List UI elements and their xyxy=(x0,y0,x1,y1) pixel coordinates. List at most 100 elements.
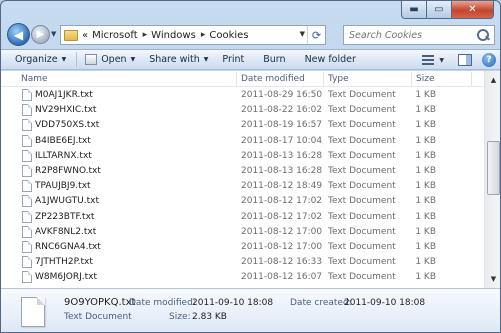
text-file-icon xyxy=(22,165,32,177)
file-size: 1 KB xyxy=(415,90,436,100)
column-header-name[interactable]: Name xyxy=(21,74,48,84)
details-pane: 9O9YOPKQ.txt Text Document Date modified… xyxy=(1,288,500,332)
file-name: R2P8FWNO.txt xyxy=(35,166,101,176)
address-overflow[interactable]: « xyxy=(82,30,88,41)
file-size: 1 KB xyxy=(415,120,436,131)
address-bar[interactable]: « Microsoft ▸ Windows ▸ Cookies ▼ ⟳ xyxy=(60,25,326,45)
close-button[interactable]: ✕ xyxy=(452,1,494,19)
file-size: 1 KB xyxy=(415,196,436,207)
file-row[interactable]: M0AJ1JKR.txt 2011-08-29 16:50 Text Documen… xyxy=(1,88,484,103)
column-header-date-modified[interactable]: Date modified xyxy=(241,74,305,84)
burn-button[interactable]: Burn xyxy=(263,54,285,65)
text-file-icon xyxy=(22,180,32,193)
breadcrumb-microsoft[interactable]: Microsoft ▸ xyxy=(92,30,147,41)
refresh-icon: ⟳ xyxy=(311,28,322,42)
organize-menu[interactable]: Organize ▼ xyxy=(15,54,66,65)
file-size: 1 KB xyxy=(415,181,436,192)
file-row[interactable]: R2P8FWNO.txt 2011-08-13 16:28 Text Documen… xyxy=(1,164,484,179)
column-divider[interactable] xyxy=(471,72,472,86)
file-name: RNC6GNA4.txt xyxy=(35,242,101,252)
share-with-menu[interactable]: Share with ▼ xyxy=(149,54,208,65)
open-button[interactable]: Open ▼ xyxy=(85,54,135,65)
text-file-icon xyxy=(22,134,32,147)
file-row[interactable]: ILLTARNX.txt 2011-08-13 16:28 Text Documen… xyxy=(1,149,484,164)
file-size: 1 KB xyxy=(415,166,436,176)
explorer-window: ▬ ▭ ✕ ◀ ▶ ▼ « Microsoft ▸ Windows ▸ Cookie… xyxy=(0,0,501,333)
file-date-modified: 2011-08-13 16:28 xyxy=(241,166,323,176)
file-row[interactable]: A1JWUGTU.txt 2011-08-12 17:02 Text Documen… xyxy=(1,194,484,209)
file-row[interactable]: 7JTHTH2P.txt 2011-08-12 16:33 Text Documen… xyxy=(1,255,484,270)
text-file-icon xyxy=(22,119,32,132)
file-date-modified: 2011-08-19 16:57 xyxy=(241,120,323,131)
size-value: 2.83 KB xyxy=(192,312,227,322)
file-row[interactable]: VDD750XS.txt 2011-08-19 16:57 Text Documen… xyxy=(1,118,484,133)
date-created-value: 2011-09-10 18:08 xyxy=(344,298,426,308)
file-row[interactable]: B4IBE6EJ.txt 2011-08-17 10:04 Text Documen… xyxy=(1,134,484,149)
recent-pages-dropdown[interactable]: ▼ xyxy=(51,30,59,38)
text-file-icon xyxy=(22,241,32,253)
text-file-icon xyxy=(22,271,32,284)
text-file-icon xyxy=(22,104,32,117)
text-file-icon xyxy=(22,195,32,208)
breadcrumb-label: Cookies xyxy=(209,29,249,41)
scroll-up-arrow-icon[interactable]: ▲ xyxy=(486,72,500,88)
file-size: 1 KB xyxy=(415,257,436,268)
file-size: 1 KB xyxy=(415,272,436,283)
file-row[interactable]: W8M6JORJ.txt 2011-08-12 16:07 Text Documen… xyxy=(1,270,484,285)
new-folder-label: New folder xyxy=(304,54,356,65)
preview-pane-icon[interactable] xyxy=(458,54,472,66)
new-folder-button[interactable]: New folder xyxy=(305,54,356,65)
vertical-scrollbar[interactable]: ▲ ▼ xyxy=(484,71,500,288)
file-list-pane: Name Date modified Type Size M0AJ1JKR.tx… xyxy=(1,71,500,288)
column-headers: Name Date modified Type Size xyxy=(1,71,484,87)
search-box[interactable] xyxy=(343,25,495,45)
chevron-right-icon[interactable]: ▸ xyxy=(201,30,206,40)
text-file-icon xyxy=(22,256,32,269)
file-name: B4IBE6EJ.txt xyxy=(35,135,91,146)
back-button[interactable]: ◀ xyxy=(7,23,30,46)
file-size: 1 KB xyxy=(415,226,436,237)
breadcrumb-cookies[interactable]: Cookies xyxy=(209,30,248,41)
chevron-right-icon[interactable]: ▸ xyxy=(143,30,148,40)
column-divider[interactable] xyxy=(411,72,412,86)
text-file-icon xyxy=(22,89,32,101)
file-row[interactable]: NV29HXIC.txt 2011-08-22 16:02 Text Documen… xyxy=(1,103,484,118)
column-header-type[interactable]: Type xyxy=(328,74,349,84)
file-name: AVKF8NL2.txt xyxy=(35,226,97,237)
search-input[interactable] xyxy=(349,29,475,41)
search-icon[interactable] xyxy=(475,27,491,43)
file-size: 1 KB xyxy=(415,135,436,146)
share-with-label: Share with xyxy=(149,54,200,65)
scroll-down-arrow-icon[interactable]: ▼ xyxy=(486,271,500,287)
column-header-size[interactable]: Size xyxy=(416,74,434,84)
file-date-modified: 2011-08-12 17:02 xyxy=(241,211,323,222)
breadcrumb-windows[interactable]: Windows ▸ xyxy=(151,30,205,41)
file-date-modified: 2011-08-17 10:04 xyxy=(241,135,323,146)
maximize-button[interactable]: ▭ xyxy=(427,1,452,19)
column-divider[interactable] xyxy=(236,72,237,86)
file-size: 1 KB xyxy=(415,105,436,116)
help-icon[interactable]: ? xyxy=(482,53,496,67)
scrollbar-thumb[interactable] xyxy=(487,141,500,195)
file-row[interactable]: RNC6GNA4.txt 2011-08-12 17:00 Text Documen… xyxy=(1,240,484,255)
file-row[interactable]: AVKF8NL2.txt 2011-08-12 17:00 Text Documen… xyxy=(1,225,484,240)
view-dropdown-icon[interactable]: ▼ xyxy=(439,57,444,64)
print-button[interactable]: Print xyxy=(222,54,244,65)
address-dropdown-icon[interactable]: ▼ xyxy=(300,30,305,38)
navigation-bar: ◀ ▶ ▼ « Microsoft ▸ Windows ▸ Cookies ▼ ⟳ xyxy=(1,21,500,49)
file-row[interactable]: ZP223BTF.txt 2011-08-12 17:02 Text Documen… xyxy=(1,210,484,225)
file-name: W8M6JORJ.txt xyxy=(35,272,98,283)
minimize-button[interactable]: ▬ xyxy=(401,1,427,19)
forward-button[interactable]: ▶ xyxy=(31,25,50,44)
file-row[interactable]: TPAUJBJ9.txt 2011-08-12 18:49 Text Documen… xyxy=(1,179,484,194)
back-icon: ◀ xyxy=(13,27,24,42)
file-name: A1JWUGTU.txt xyxy=(35,196,100,207)
file-name: ZP223BTF.txt xyxy=(35,211,95,222)
file-date-modified: 2011-08-12 17:02 xyxy=(241,196,323,207)
caption-buttons: ▬ ▭ ✕ xyxy=(401,1,494,19)
view-icon[interactable] xyxy=(420,54,436,66)
forward-icon: ▶ xyxy=(36,29,45,40)
file-date-modified: 2011-08-22 16:02 xyxy=(241,105,323,116)
refresh-button[interactable]: ⟳ xyxy=(307,26,325,44)
column-divider[interactable] xyxy=(323,72,324,86)
